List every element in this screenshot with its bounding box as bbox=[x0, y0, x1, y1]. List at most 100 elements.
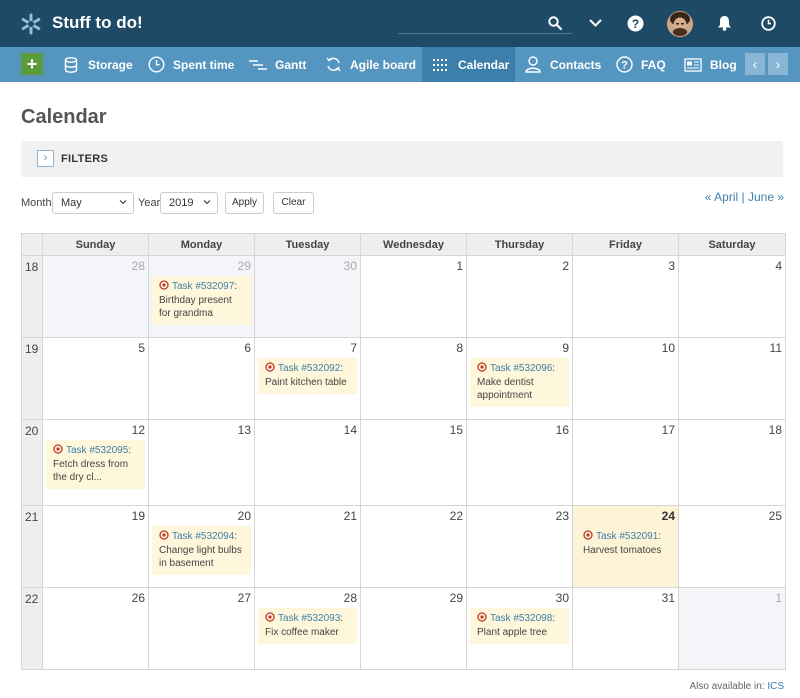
task-link[interactable]: Task #532094 bbox=[172, 531, 234, 542]
prev-month-link[interactable]: « April bbox=[705, 190, 738, 204]
week-row: 20 12 Task #532095: Fetch dress from the d… bbox=[21, 419, 786, 506]
month-label: Month bbox=[21, 197, 52, 209]
help-icon[interactable]: ? bbox=[625, 13, 645, 33]
task-link[interactable]: Task #532096 bbox=[490, 363, 552, 374]
task-link[interactable]: Task #532093 bbox=[278, 613, 340, 624]
day-cell[interactable]: 6 bbox=[148, 337, 255, 420]
task-entry[interactable]: Task #532096: Make dentist appointment bbox=[470, 358, 569, 407]
next-month-link[interactable]: June » bbox=[748, 190, 784, 204]
day-cell[interactable]: 28 Task #532093: Fix coffee maker bbox=[254, 587, 361, 670]
day-cell[interactable]: 14 bbox=[254, 419, 361, 506]
day-cell[interactable]: 27 bbox=[148, 587, 255, 670]
day-cell[interactable]: 8 bbox=[360, 337, 467, 420]
task-link[interactable]: Task #532091 bbox=[596, 531, 658, 542]
day-cell[interactable]: 30 bbox=[254, 255, 361, 338]
target-icon bbox=[159, 530, 169, 544]
day-cell[interactable]: 4 bbox=[678, 255, 786, 338]
task-entry[interactable]: Task #532092: Paint kitchen table bbox=[258, 358, 357, 394]
task-entry[interactable]: Task #532098: Plant apple tree bbox=[470, 608, 569, 644]
day-cell[interactable]: 10 bbox=[572, 337, 679, 420]
day-cell[interactable]: 2 bbox=[466, 255, 573, 338]
menu-item-agile-board[interactable]: Agile board bbox=[324, 47, 416, 82]
day-cell[interactable]: 21 bbox=[254, 505, 361, 588]
day-cell[interactable]: 16 bbox=[466, 419, 573, 506]
svg-text:?: ? bbox=[631, 16, 638, 30]
target-icon bbox=[53, 444, 63, 458]
menu-item-gantt[interactable]: Gantt bbox=[249, 47, 306, 82]
clear-button[interactable]: Clear bbox=[273, 192, 314, 214]
search-input[interactable] bbox=[398, 33, 572, 34]
day-cell[interactable]: 29 Task #532097: Birthday present for gra… bbox=[148, 255, 255, 338]
day-cell[interactable]: 31 bbox=[572, 587, 679, 670]
day-number: 6 bbox=[244, 341, 251, 355]
day-cell[interactable]: 23 bbox=[466, 505, 573, 588]
day-cell[interactable]: 24 Task #532091: Harvest tomatoes bbox=[572, 505, 679, 588]
week-number: 21 bbox=[21, 505, 43, 588]
weekday-header: Monday bbox=[148, 233, 255, 256]
week-number: 18 bbox=[21, 255, 43, 338]
menu-scroll-left-button[interactable]: ‹ bbox=[745, 53, 765, 75]
avatar[interactable] bbox=[667, 11, 693, 37]
filters-toggle-button[interactable]: › bbox=[37, 150, 54, 167]
task-entry[interactable]: Task #532097: Birthday present for grand… bbox=[152, 276, 251, 325]
menu-item-faq[interactable]: ? FAQ bbox=[615, 47, 666, 82]
day-cell[interactable]: 15 bbox=[360, 419, 467, 506]
day-cell[interactable]: 26 bbox=[42, 587, 149, 670]
task-entry[interactable]: Task #532094: Change light bulbs in base… bbox=[152, 526, 251, 575]
day-number: 14 bbox=[343, 423, 357, 437]
apply-button[interactable]: Apply bbox=[225, 192, 264, 214]
page-title: Calendar bbox=[21, 106, 107, 128]
menu-item-contacts[interactable]: Contacts bbox=[524, 47, 601, 82]
day-cell[interactable]: 28 bbox=[42, 255, 149, 338]
task-subject: Fetch dress from the dry cl... bbox=[53, 459, 129, 483]
menu-item-calendar[interactable]: Calendar bbox=[422, 47, 515, 82]
menu-item-blog[interactable]: Blog bbox=[684, 47, 737, 82]
day-cell[interactable]: 3 bbox=[572, 255, 679, 338]
bell-icon[interactable] bbox=[714, 13, 734, 33]
chevron-down-icon[interactable] bbox=[585, 13, 605, 33]
target-icon bbox=[265, 612, 275, 626]
task-entry[interactable]: Task #532095: Fetch dress from the dry c… bbox=[46, 440, 145, 489]
menu-item-spent-time[interactable]: Spent time bbox=[147, 47, 234, 82]
task-link[interactable]: Task #532095 bbox=[66, 445, 128, 456]
day-cell[interactable]: 13 bbox=[148, 419, 255, 506]
search-icon[interactable] bbox=[545, 13, 565, 33]
day-cell[interactable]: 20 Task #532094: Change light bulbs in ba… bbox=[148, 505, 255, 588]
add-button[interactable]: + bbox=[21, 53, 43, 75]
day-cell[interactable]: 19 bbox=[42, 505, 149, 588]
task-entry[interactable]: Task #532093: Fix coffee maker bbox=[258, 608, 357, 644]
day-cell[interactable]: 22 bbox=[360, 505, 467, 588]
day-cell[interactable]: 11 bbox=[678, 337, 786, 420]
month-select[interactable]: May bbox=[52, 192, 134, 214]
weekday-header: Wednesday bbox=[360, 233, 467, 256]
day-cell[interactable]: 1 bbox=[360, 255, 467, 338]
day-cell[interactable]: 7 Task #532092: Paint kitchen table bbox=[254, 337, 361, 420]
year-select-value: 2019 bbox=[169, 197, 194, 209]
app-title[interactable]: Stuff to do! bbox=[52, 13, 143, 33]
day-cell[interactable]: 12 Task #532095: Fetch dress from the dry… bbox=[42, 419, 149, 506]
task-link[interactable]: Task #532092 bbox=[278, 363, 340, 374]
snowflake-icon[interactable] bbox=[20, 13, 42, 35]
day-cell[interactable]: 1 bbox=[678, 587, 786, 670]
task-entry[interactable]: Task #532091: Harvest tomatoes bbox=[576, 526, 675, 562]
day-cell[interactable]: 5 bbox=[42, 337, 149, 420]
menu-scroll-right-button[interactable]: › bbox=[768, 53, 788, 75]
day-cell[interactable]: 25 bbox=[678, 505, 786, 588]
day-cell[interactable]: 18 bbox=[678, 419, 786, 506]
weekday-header: Thursday bbox=[466, 233, 573, 256]
menu-item-label: Contacts bbox=[550, 57, 602, 72]
day-cell[interactable]: 9 Task #532096: Make dentist appointment bbox=[466, 337, 573, 420]
menu-item-storage[interactable]: Storage bbox=[62, 47, 133, 82]
task-link[interactable]: Task #532097 bbox=[172, 281, 234, 292]
newspaper-icon bbox=[684, 56, 702, 74]
task-link[interactable]: Task #532098 bbox=[490, 613, 552, 624]
gantt-icon bbox=[249, 56, 267, 74]
day-cell[interactable]: 29 bbox=[360, 587, 467, 670]
year-select[interactable]: 2019 bbox=[160, 192, 218, 214]
clock-icon[interactable] bbox=[758, 13, 778, 33]
filters-label[interactable]: FILTERS bbox=[61, 153, 108, 165]
day-cell[interactable]: 17 bbox=[572, 419, 679, 506]
task-subject: Make dentist appointment bbox=[477, 377, 534, 401]
day-cell[interactable]: 30 Task #532098: Plant apple tree bbox=[466, 587, 573, 670]
ics-link[interactable]: ICS bbox=[767, 681, 784, 692]
